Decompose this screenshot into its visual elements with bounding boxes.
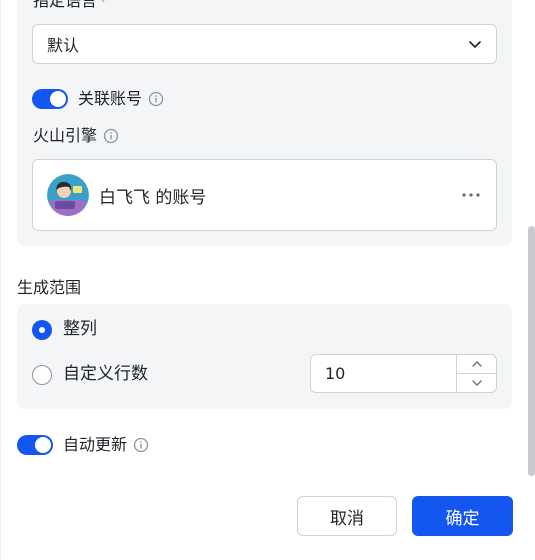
auto-update-toggle[interactable] — [17, 435, 53, 455]
link-account-label: 关联账号 — [78, 89, 143, 108]
more-options-icon[interactable] — [460, 184, 482, 206]
radio-custom-rows-label: 自定义行数 — [63, 364, 148, 384]
cancel-button[interactable]: 取消 — [297, 496, 397, 536]
avatar — [47, 174, 89, 216]
language-label: 指定语言 * — [33, 0, 107, 11]
link-account-row: 关联账号 — [78, 89, 164, 109]
info-icon[interactable] — [103, 128, 119, 144]
radio-whole-column-label: 整列 — [63, 319, 97, 339]
radio-whole-column[interactable] — [32, 320, 52, 340]
avatar-illustration — [47, 174, 89, 216]
chevron-down-icon — [469, 41, 481, 48]
language-label-text: 指定语言 — [33, 0, 98, 10]
required-mark: * — [99, 0, 108, 10]
rows-stepper: 10 — [310, 354, 497, 393]
decrement-button[interactable] — [457, 374, 496, 392]
ellipsis-icon — [462, 193, 480, 197]
link-account-toggle[interactable] — [32, 89, 68, 109]
auto-update-row: 自动更新 — [63, 435, 149, 455]
account-name: 白飞飞 的账号 — [99, 187, 207, 208]
rows-input[interactable]: 10 — [311, 355, 456, 392]
language-select[interactable]: 默认 — [32, 24, 497, 64]
account-card[interactable]: 白飞飞 的账号 — [32, 159, 497, 231]
stepper-buttons — [456, 355, 496, 392]
scrollbar-thumb[interactable] — [528, 226, 535, 476]
info-icon[interactable] — [148, 91, 164, 107]
chevron-up-icon — [471, 361, 482, 367]
increment-button[interactable] — [457, 355, 496, 374]
auto-update-label: 自动更新 — [63, 435, 128, 454]
engine-row: 火山引擎 — [33, 126, 119, 146]
language-select-value: 默认 — [47, 36, 80, 55]
info-icon[interactable] — [133, 437, 149, 453]
chevron-down-icon — [471, 380, 482, 386]
engine-label: 火山引擎 — [33, 126, 98, 145]
confirm-button[interactable]: 确定 — [412, 496, 513, 536]
radio-custom-rows[interactable] — [32, 365, 52, 385]
range-title: 生成范围 — [17, 278, 82, 297]
left-edge-divider — [0, 0, 1, 560]
